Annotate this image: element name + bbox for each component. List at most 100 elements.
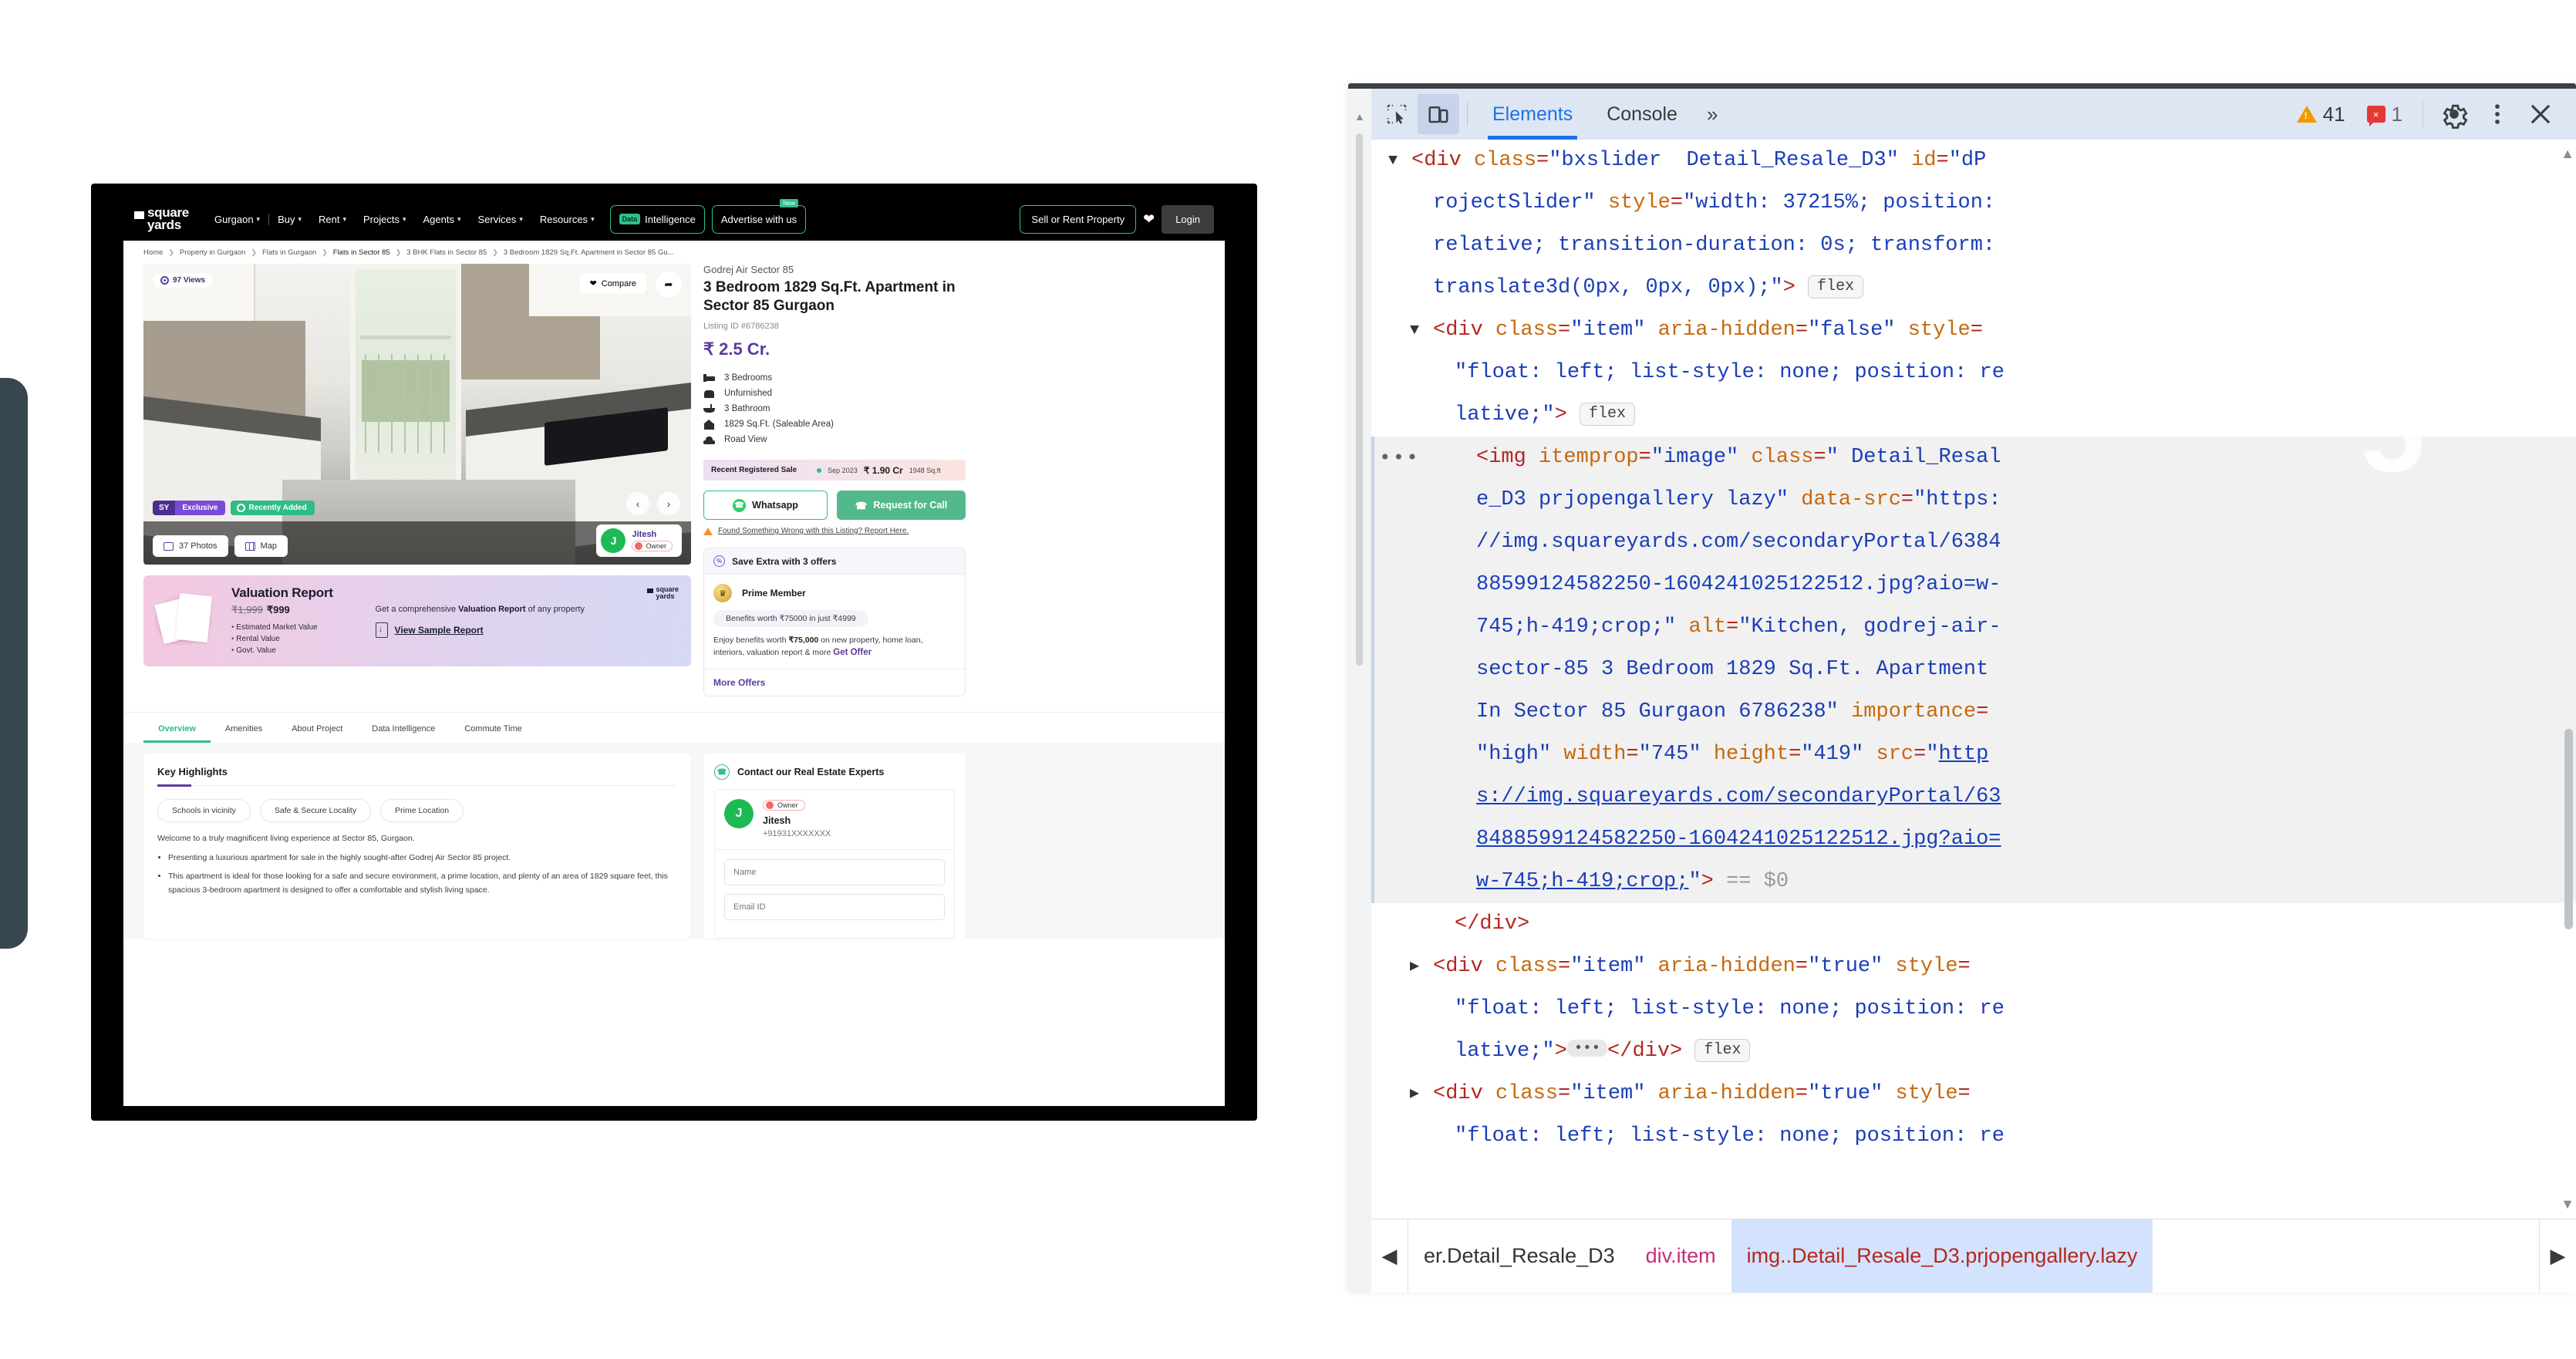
flex-badge[interactable]: flex bbox=[1808, 275, 1864, 298]
dom-tree-line[interactable]: "float: left; list-style: none; position… bbox=[1371, 988, 2576, 1030]
share-icon[interactable]: ➦ bbox=[656, 271, 682, 298]
dom-tree-line[interactable]: ▶ <div class="item" aria-hidden="true" st… bbox=[1371, 1073, 2576, 1115]
nav-item-agents[interactable]: Agents ▾ bbox=[415, 214, 470, 225]
contact-owner-phone[interactable]: +91931XXXXXXX bbox=[763, 829, 831, 838]
dom-tree-line[interactable]: 88599124582250-1604241025122512.jpg?aio=… bbox=[1371, 564, 2576, 606]
dom-tree-line[interactable]: translate3d(0px, 0px, 0px);"> flex bbox=[1371, 267, 2576, 309]
dom-tree-line[interactable]: rojectSlider" style="width: 37215%; posi… bbox=[1371, 182, 2576, 224]
advertise-with-us-button[interactable]: New Advertise with us bbox=[711, 198, 807, 234]
close-icon[interactable] bbox=[2519, 93, 2562, 136]
dom-token[interactable]: w-745;h-419;crop; bbox=[1476, 870, 1688, 893]
dom-tree[interactable]: ▼ <div class="bxslider Detail_Resale_D3" … bbox=[1371, 140, 2576, 1219]
tab-console[interactable]: Console bbox=[1590, 89, 1694, 140]
tab-amenities[interactable]: Amenities bbox=[211, 713, 277, 743]
chevron-right-double-icon[interactable]: » bbox=[1694, 103, 1730, 126]
dom-tree-line[interactable]: s://img.squareyards.com/secondaryPortal/… bbox=[1371, 776, 2576, 818]
squareyards-logo[interactable]: square yards bbox=[134, 206, 189, 231]
sell-or-rent-button[interactable]: Sell or Rent Property bbox=[1020, 204, 1137, 234]
tab-data-intelligence[interactable]: Data Intelligence bbox=[357, 713, 450, 743]
nav-location-selector[interactable]: Gurgaon ▾ bbox=[206, 213, 270, 225]
nav-item-rent[interactable]: Rent ▾ bbox=[310, 214, 355, 225]
breadcrumb-prev-button[interactable]: ◀ bbox=[1371, 1219, 1408, 1293]
warning-count-badge[interactable]: 41 bbox=[2286, 103, 2356, 126]
highlight-chip-schools[interactable]: Schools in vicinity bbox=[157, 799, 251, 822]
get-offer-link[interactable]: Get Offer bbox=[833, 648, 872, 657]
page-scrollbar[interactable] bbox=[1356, 133, 1363, 666]
dom-tree-line[interactable]: //img.squareyards.com/secondaryPortal/63… bbox=[1371, 521, 2576, 564]
dom-tree-line[interactable]: lative;"> flex bbox=[1371, 394, 2576, 437]
tab-about-project[interactable]: About Project bbox=[277, 713, 357, 743]
device-toolbar-icon[interactable] bbox=[1418, 94, 1459, 134]
tab-commute-time[interactable]: Commute Time bbox=[450, 713, 537, 743]
breadcrumb-item-flats-in-gurgaon[interactable]: Flats in Gurgaon bbox=[262, 248, 316, 257]
email-input[interactable] bbox=[724, 894, 945, 920]
dom-tree-line[interactable]: "float: left; list-style: none; position… bbox=[1371, 1115, 2576, 1158]
breadcrumb-node-selected-img[interactable]: img..Detail_Resale_D3.prjopengallery.laz… bbox=[1731, 1219, 2153, 1293]
dom-token[interactable]: s://img.squareyards.com/secondaryPortal/… bbox=[1476, 785, 2001, 808]
valuation-report-banner[interactable]: Valuation Report ₹1,999₹999 Estimated Ma… bbox=[143, 575, 691, 666]
dom-tree-line[interactable]: 745;h-419;crop;" alt="Kitchen, godrej-ai… bbox=[1371, 606, 2576, 649]
tree-scroll-down-icon[interactable]: ▼ bbox=[2561, 1196, 2574, 1212]
request-for-call-button[interactable]: ☎ Request for Call bbox=[837, 491, 966, 520]
highlight-chip-safe-locality[interactable]: Safe & Secure Locality bbox=[259, 799, 372, 822]
login-button[interactable]: Login bbox=[1162, 204, 1214, 234]
dom-tree-line[interactable]: ▼ <div class="bxslider Detail_Resale_D3" … bbox=[1371, 140, 2576, 182]
nav-item-services[interactable]: Services ▾ bbox=[470, 214, 531, 225]
dom-tree-line[interactable]: w-745;h-419;crop;"> == $0 bbox=[1371, 861, 2576, 903]
breadcrumb-node-parent[interactable]: er.Detail_Resale_D3 bbox=[1408, 1219, 1630, 1293]
compare-button[interactable]: ❤ Compare bbox=[579, 273, 646, 294]
breadcrumb-item-property-in-gurgaon[interactable]: Property in Gurgaon bbox=[180, 248, 246, 257]
twisty-collapsed-icon[interactable]: ▶ bbox=[1410, 1073, 1419, 1115]
tree-scrollbar[interactable] bbox=[2564, 729, 2573, 929]
more-options-dots-icon[interactable]: ••• bbox=[1379, 437, 1420, 479]
twisty-expanded-icon[interactable]: ▼ bbox=[1410, 309, 1419, 352]
collapsed-children-icon[interactable]: ••• bbox=[1566, 1040, 1608, 1057]
dom-token[interactable]: 8488599124582250-1604241025122512.jpg?ai… bbox=[1476, 828, 2001, 851]
nav-item-buy[interactable]: Buy ▾ bbox=[269, 214, 310, 225]
name-input[interactable] bbox=[724, 859, 945, 885]
dom-tree-line[interactable]: ▶ <div class="item" aria-hidden="true" st… bbox=[1371, 946, 2576, 988]
dom-tree-line[interactable]: ▼ <div class="item" aria-hidden="false" s… bbox=[1371, 309, 2576, 352]
more-offers-link[interactable]: More Offers bbox=[704, 669, 965, 696]
error-count-badge[interactable]: × 1 bbox=[2356, 103, 2413, 126]
project-name[interactable]: Godrej Air Sector 85 bbox=[703, 264, 966, 275]
tab-elements[interactable]: Elements bbox=[1475, 89, 1590, 140]
twisty-expanded-icon[interactable]: ▼ bbox=[1388, 140, 1398, 182]
flex-badge[interactable]: flex bbox=[1580, 403, 1636, 426]
tree-scroll-up-icon[interactable]: ▲ bbox=[2561, 146, 2574, 162]
whatsapp-button[interactable]: ☎ Whatsapp bbox=[703, 491, 828, 520]
dom-tree-line[interactable]: "float: left; list-style: none; position… bbox=[1371, 352, 2576, 394]
dom-tree-line[interactable]: relative; transition-duration: 0s; trans… bbox=[1371, 224, 2576, 267]
breadcrumb-node-div-item[interactable]: div.item bbox=[1630, 1219, 1731, 1293]
gear-icon[interactable] bbox=[2433, 93, 2476, 136]
inspect-element-icon[interactable] bbox=[1376, 94, 1418, 134]
dom-tree-line[interactable]: sector-85 3 Bedroom 1829 Sq.Ft. Apartmen… bbox=[1371, 649, 2576, 691]
breadcrumb-next-button[interactable]: ▶ bbox=[2539, 1219, 2576, 1293]
more-vertical-icon[interactable] bbox=[2476, 93, 2519, 136]
dom-tree-line[interactable]: lative;"> ••• </div> flex bbox=[1371, 1030, 2576, 1073]
view-sample-report-link[interactable]: View Sample Report bbox=[375, 622, 585, 638]
dom-tree-line[interactable]: e_D3 prjopengallery lazy" data-src="http… bbox=[1371, 479, 2576, 521]
nav-item-resources[interactable]: Resources ▾ bbox=[531, 214, 603, 225]
property-image-gallery[interactable]: 97 Views ❤ Compare ➦ SY Exclusive Recent… bbox=[143, 264, 691, 565]
report-listing-row[interactable]: Found Something Wrong with this Listing?… bbox=[703, 527, 966, 535]
dom-token[interactable]: http bbox=[1939, 743, 1989, 766]
dom-tree-line[interactable]: 8488599124582250-1604241025122512.jpg?ai… bbox=[1371, 818, 2576, 861]
dom-tree-line[interactable]: </div> bbox=[1371, 903, 2576, 946]
highlight-chip-prime-location[interactable]: Prime Location bbox=[380, 799, 464, 822]
heart-icon[interactable]: ❤ bbox=[1143, 211, 1155, 228]
left-edge-panel-handle[interactable] bbox=[0, 378, 28, 949]
chevron-left-icon[interactable]: ‹ bbox=[626, 492, 649, 515]
twisty-collapsed-icon[interactable]: ▶ bbox=[1410, 946, 1419, 988]
dom-tree-line[interactable]: In Sector 85 Gurgaon 6786238" importance… bbox=[1371, 691, 2576, 733]
photos-button[interactable]: 37 Photos bbox=[153, 535, 228, 557]
breadcrumb-item-3bhk-flats[interactable]: 3 BHK Flats in Sector 85 bbox=[406, 248, 487, 257]
data-intelligence-button[interactable]: Data Intelligence bbox=[609, 204, 705, 234]
gallery-owner-card[interactable]: J Jitesh Owner bbox=[596, 524, 682, 557]
breadcrumb-item-home[interactable]: Home bbox=[143, 248, 163, 257]
tab-overview[interactable]: Overview bbox=[143, 713, 211, 743]
scroll-up-icon[interactable]: ▲ bbox=[1354, 110, 1365, 123]
nav-item-projects[interactable]: Projects ▾ bbox=[355, 214, 415, 225]
map-button[interactable]: Map bbox=[234, 535, 288, 557]
chevron-right-icon[interactable]: › bbox=[657, 492, 680, 515]
